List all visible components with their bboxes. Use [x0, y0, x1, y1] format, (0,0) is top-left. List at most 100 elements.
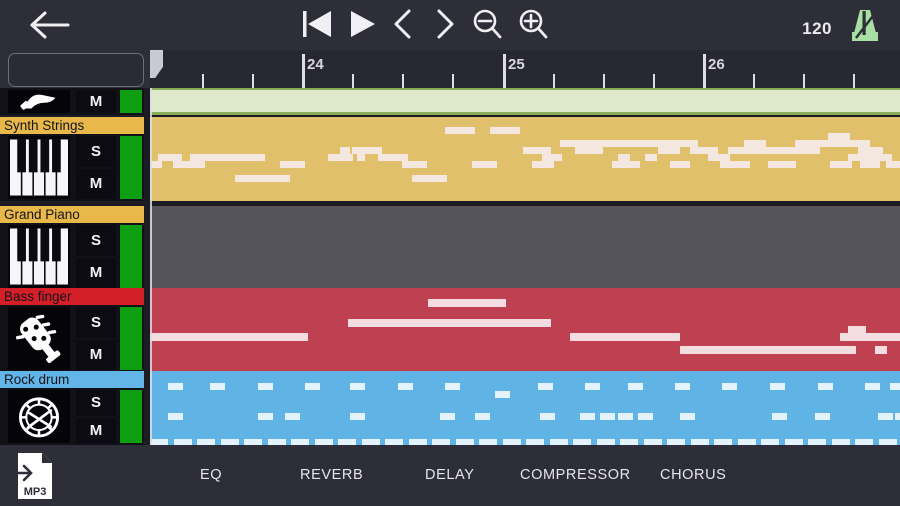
export-mp3-button[interactable]: MP3 — [7, 451, 54, 501]
midi-note[interactable] — [830, 161, 852, 168]
midi-note[interactable] — [532, 161, 554, 168]
track-name-label[interactable]: Bass finger — [0, 288, 144, 305]
midi-note[interactable] — [575, 147, 603, 154]
midi-note[interactable] — [490, 127, 520, 134]
midi-note[interactable] — [630, 333, 680, 341]
mute-button[interactable]: M — [76, 168, 116, 199]
midi-note[interactable] — [173, 161, 205, 168]
midi-note[interactable] — [398, 319, 451, 327]
midi-note[interactable] — [168, 413, 183, 420]
midi-note[interactable] — [858, 147, 883, 154]
midi-note[interactable] — [216, 333, 268, 341]
zoom-out-button[interactable] — [470, 7, 504, 46]
midi-note[interactable] — [720, 161, 750, 168]
drum-kit-icon[interactable] — [8, 390, 70, 443]
midi-note[interactable] — [158, 154, 182, 161]
midi-note[interactable] — [848, 154, 870, 161]
mute-button[interactable]: M — [76, 90, 116, 113]
midi-note[interactable] — [523, 147, 551, 154]
effect-button[interactable]: EQ — [200, 467, 222, 483]
track-name-label[interactable]: Rock drum — [0, 371, 144, 388]
level-meter[interactable] — [120, 225, 142, 288]
midi-note[interactable] — [398, 383, 413, 390]
midi-note[interactable] — [578, 140, 698, 147]
piano-keys-icon[interactable] — [8, 225, 70, 288]
midi-note[interactable] — [680, 346, 718, 354]
midi-note[interactable] — [350, 413, 365, 420]
solo-button[interactable]: S — [76, 307, 116, 338]
solo-button[interactable]: S — [76, 136, 116, 167]
midi-note[interactable] — [210, 383, 225, 390]
midi-note[interactable] — [348, 319, 401, 327]
track-name-field[interactable] — [8, 53, 144, 87]
midi-note[interactable] — [778, 161, 796, 168]
midi-note[interactable] — [875, 346, 887, 354]
midi-note[interactable] — [582, 94, 690, 102]
level-meter[interactable] — [120, 390, 142, 443]
metronome-icon[interactable] — [848, 8, 882, 49]
midi-note[interactable] — [838, 346, 852, 354]
midi-note[interactable] — [570, 333, 622, 341]
midi-note[interactable] — [645, 154, 657, 161]
track-region[interactable] — [150, 206, 900, 290]
next-button[interactable] — [430, 7, 458, 46]
midi-note[interactable] — [350, 383, 365, 390]
midi-note[interactable] — [890, 383, 900, 390]
midi-note[interactable] — [540, 413, 555, 420]
play-button[interactable] — [348, 7, 378, 46]
midi-note[interactable] — [670, 161, 690, 168]
midi-note[interactable] — [498, 319, 551, 327]
mute-button[interactable]: M — [76, 339, 116, 370]
level-meter[interactable] — [120, 136, 142, 199]
level-meter[interactable] — [120, 90, 142, 113]
midi-note[interactable] — [150, 90, 900, 112]
track-region[interactable] — [150, 117, 900, 201]
midi-note[interactable] — [538, 383, 553, 390]
midi-note[interactable] — [818, 383, 833, 390]
mute-button[interactable]: M — [76, 417, 116, 443]
rewind-to-start-button[interactable] — [300, 7, 336, 46]
bass-guitar-icon[interactable] — [8, 307, 70, 370]
midi-note[interactable] — [722, 383, 737, 390]
midi-note[interactable] — [428, 299, 506, 307]
midi-note[interactable] — [690, 147, 718, 154]
midi-note[interactable] — [680, 413, 695, 420]
midi-note[interactable] — [495, 391, 510, 398]
back-button[interactable] — [26, 8, 76, 42]
midi-note[interactable] — [860, 161, 880, 168]
midi-note[interactable] — [770, 383, 785, 390]
midi-note[interactable] — [675, 383, 690, 390]
midi-note[interactable] — [750, 147, 820, 154]
midi-note[interactable] — [580, 413, 595, 420]
midi-note[interactable] — [190, 154, 265, 161]
midi-note[interactable] — [870, 333, 900, 341]
mute-button[interactable]: M — [76, 257, 116, 288]
midi-note[interactable] — [600, 413, 615, 420]
midi-note[interactable] — [440, 413, 455, 420]
midi-note[interactable] — [618, 154, 630, 161]
zoom-in-button[interactable] — [516, 7, 550, 46]
midi-note[interactable] — [305, 383, 320, 390]
midi-note[interactable] — [878, 413, 893, 420]
midi-note[interactable] — [718, 346, 808, 354]
midi-note[interactable] — [886, 161, 900, 168]
piano-keys-icon[interactable] — [8, 136, 70, 199]
midi-note[interactable] — [448, 319, 501, 327]
midi-note[interactable] — [870, 154, 892, 161]
tempo-value[interactable]: 120 — [802, 19, 832, 39]
midi-note[interactable] — [845, 140, 870, 147]
midi-note[interactable] — [892, 94, 900, 102]
midi-note[interactable] — [865, 383, 880, 390]
midi-note[interactable] — [828, 133, 850, 140]
track-name-label[interactable]: Grand Piano — [0, 206, 144, 223]
midi-note[interactable] — [412, 175, 447, 182]
midi-note[interactable] — [475, 413, 490, 420]
track-region[interactable] — [150, 88, 900, 115]
midi-note[interactable] — [628, 383, 643, 390]
solo-button[interactable]: S — [76, 390, 116, 416]
midi-note[interactable] — [445, 383, 460, 390]
midi-note[interactable] — [618, 413, 633, 420]
level-meter[interactable] — [120, 307, 142, 370]
midi-note[interactable] — [258, 383, 273, 390]
midi-note[interactable] — [895, 413, 900, 420]
